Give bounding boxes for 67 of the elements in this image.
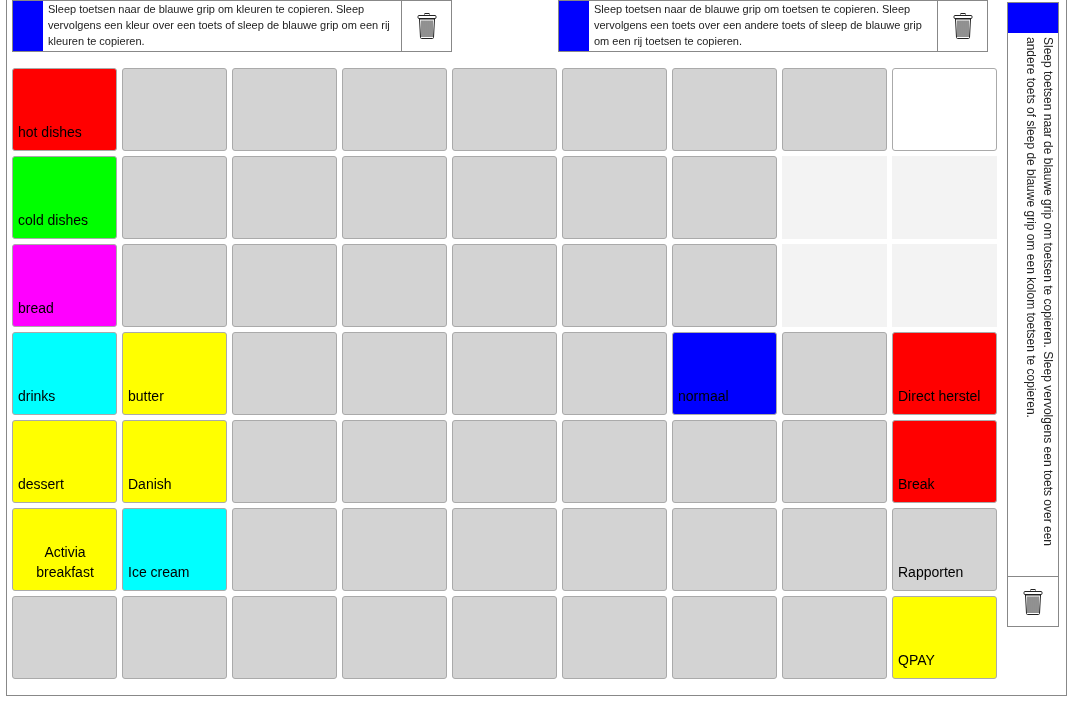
empty-key[interactable]: [782, 68, 887, 151]
empty-key[interactable]: [452, 332, 557, 415]
empty-key[interactable]: [342, 596, 447, 679]
empty-key[interactable]: [562, 156, 667, 239]
menu-key[interactable]: Ice cream: [122, 508, 227, 591]
empty-key[interactable]: [232, 596, 337, 679]
empty-key[interactable]: [562, 244, 667, 327]
instruction-text: Sleep toetsen naar de blauwe grip om toetsen te copieren. Sleep vervolgens een toets over een andere toets of sleep de blauwe grip om een rij toetsen te copieren.: [593, 2, 923, 49]
menu-key[interactable]: cold dishes: [12, 156, 117, 239]
empty-key[interactable]: [452, 508, 557, 591]
empty-key[interactable]: [672, 244, 777, 327]
menu-key[interactable]: butter: [122, 332, 227, 415]
empty-key[interactable]: [232, 244, 337, 327]
empty-key[interactable]: [232, 156, 337, 239]
empty-key[interactable]: [562, 332, 667, 415]
menu-key[interactable]: QPAY: [892, 596, 997, 679]
menu-key[interactable]: Danish: [122, 420, 227, 503]
instruction-text: Sleep toetsen naar de blauwe grip om toetsen te copieren. Sleep vervolgens een toets over een andere toets of sleep de blauwe grip om een kolom toetsen te copieren.: [1023, 36, 1056, 548]
grip-handle[interactable]: [1008, 3, 1058, 33]
menu-key[interactable]: Break: [892, 420, 997, 503]
trash-icon: [1023, 588, 1043, 615]
menu-key[interactable]: hot dishes: [12, 68, 117, 151]
menu-key[interactable]: drinks: [12, 332, 117, 415]
empty-key[interactable]: [452, 156, 557, 239]
empty-key[interactable]: [122, 156, 227, 239]
menu-key[interactable]: Direct herstel: [892, 332, 997, 415]
menu-key[interactable]: Activia breakfast: [12, 508, 117, 591]
empty-key[interactable]: [892, 68, 997, 151]
trash-icon: [952, 13, 973, 39]
empty-key[interactable]: [562, 508, 667, 591]
empty-key[interactable]: [782, 420, 887, 503]
menu-key[interactable]: bread: [12, 244, 117, 327]
empty-key[interactable]: [232, 508, 337, 591]
empty-key[interactable]: [232, 332, 337, 415]
menu-key[interactable]: Rapporten: [892, 508, 997, 591]
empty-key[interactable]: [12, 596, 117, 679]
empty-key[interactable]: [782, 508, 887, 591]
menu-key[interactable]: dessert: [12, 420, 117, 503]
empty-key[interactable]: [562, 596, 667, 679]
empty-key[interactable]: [122, 596, 227, 679]
grip-handle[interactable]: [13, 1, 43, 51]
empty-key[interactable]: [342, 332, 447, 415]
empty-key[interactable]: [672, 420, 777, 503]
empty-key[interactable]: [342, 508, 447, 591]
empty-key[interactable]: [342, 156, 447, 239]
empty-key[interactable]: [452, 68, 557, 151]
empty-key[interactable]: [672, 508, 777, 591]
empty-key[interactable]: [782, 596, 887, 679]
empty-key[interactable]: [342, 68, 447, 151]
empty-key[interactable]: [672, 156, 777, 239]
empty-key[interactable]: [782, 332, 887, 415]
grip-handle[interactable]: [559, 1, 589, 51]
trash-icon: [416, 13, 437, 39]
empty-key[interactable]: [122, 68, 227, 151]
empty-key[interactable]: [562, 68, 667, 151]
empty-key[interactable]: [122, 244, 227, 327]
empty-key[interactable]: [672, 68, 777, 151]
empty-key[interactable]: [562, 420, 667, 503]
empty-key[interactable]: [232, 68, 337, 151]
instruction-text: Sleep toetsen naar de blauwe grip om kleuren te copieren. Sleep vervolgens een kleur over een toets of sleep de blauwe grip om een rij kleuren te copieren.: [47, 2, 391, 49]
empty-key[interactable]: [672, 596, 777, 679]
empty-key[interactable]: [232, 420, 337, 503]
empty-key[interactable]: [342, 420, 447, 503]
empty-key[interactable]: [452, 420, 557, 503]
empty-key[interactable]: [452, 596, 557, 679]
empty-key[interactable]: [452, 244, 557, 327]
empty-key[interactable]: [342, 244, 447, 327]
